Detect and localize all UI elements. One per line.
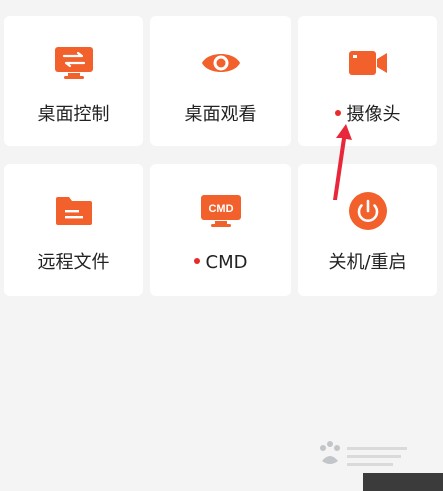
folder-icon: [55, 197, 92, 225]
tile-label: 远程文件: [37, 252, 110, 273]
baidu-watermark-icon: [320, 441, 407, 466]
eye-icon: [201, 54, 240, 72]
tile-label: 摄像头: [298, 104, 437, 126]
tile-camera[interactable]: 摄像头: [298, 16, 437, 146]
corner-overlay: [363, 473, 443, 491]
tile-remote-files[interactable]: 远程文件: [4, 164, 143, 296]
desktop-transfer-icon: [54, 47, 93, 79]
tile-desktop-control[interactable]: 桌面控制: [4, 16, 143, 146]
cmd-icon-text: CMD: [208, 203, 233, 215]
tile-label: 关机/重启: [328, 252, 407, 273]
cmd-monitor-icon: CMD: [200, 195, 241, 227]
status-dot: [334, 110, 341, 116]
tile-cmd[interactable]: CMD CMD: [150, 164, 291, 296]
tile-label: CMD: [150, 252, 291, 274]
tile-label: 桌面观看: [184, 104, 257, 125]
tile-label: 桌面控制: [37, 104, 110, 125]
video-camera-icon: [348, 51, 387, 75]
tile-desktop-view[interactable]: 桌面观看: [150, 16, 291, 146]
tile-power[interactable]: 关机/重启: [298, 164, 437, 296]
annotation-arrow-icon: [333, 124, 352, 200]
status-dot: [193, 258, 200, 264]
